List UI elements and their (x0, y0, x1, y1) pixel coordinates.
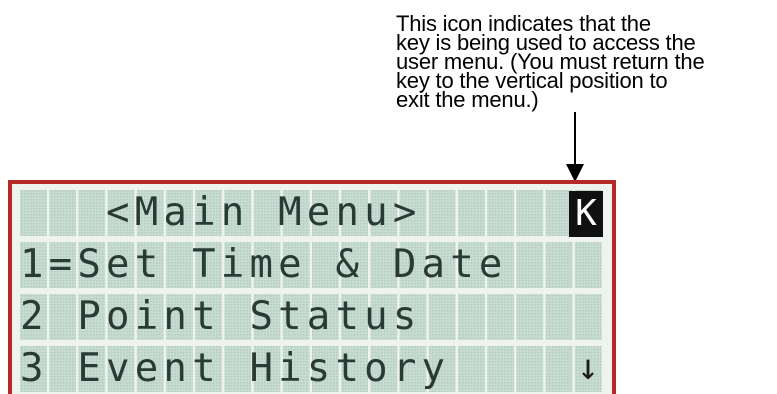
scroll-down-arrow-icon: ↓ (577, 347, 599, 388)
lcd-text-layer: <Main Menu> 1=Set Time & Date 2 Point St… (12, 184, 612, 394)
lcd-row-set-time-date: 1=Set Time & Date (20, 242, 508, 287)
key-icon: K (569, 191, 603, 237)
lcd-screen: <Main Menu> 1=Set Time & Date 2 Point St… (12, 184, 612, 394)
lcd-display: <Main Menu> 1=Set Time & Date 2 Point St… (8, 180, 616, 394)
lcd-row-point-status: 2 Point Status (20, 294, 422, 339)
lcd-row-event-history: 3 Event History (20, 346, 451, 391)
lcd-frame-right (612, 180, 616, 394)
key-icon-callout: This icon indicates that the key is bein… (396, 13, 777, 111)
lcd-row-menu-title: <Main Menu> (20, 190, 422, 235)
callout-arrow (566, 112, 584, 182)
